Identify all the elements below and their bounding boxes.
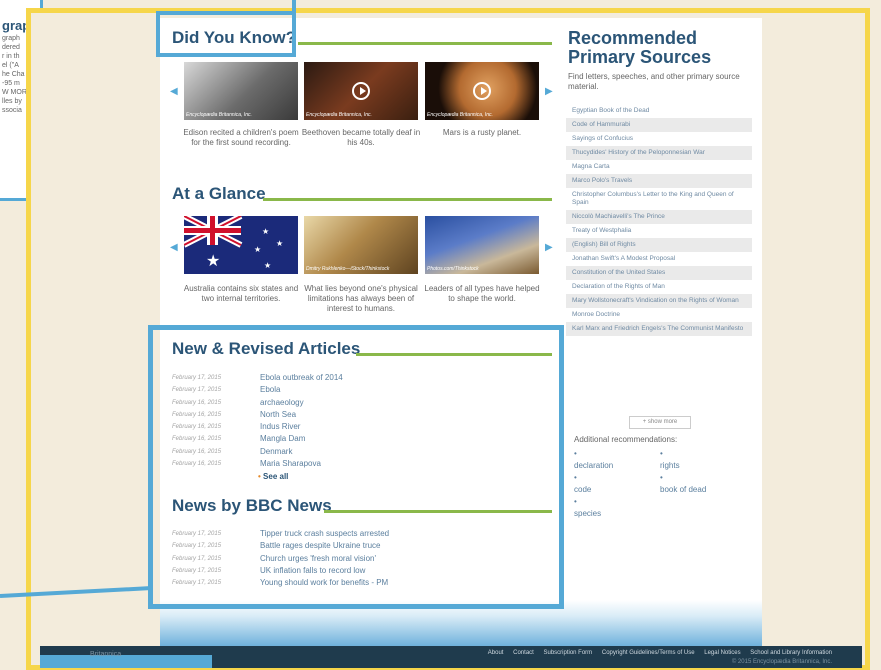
tag-list: • rights • book of dead (660, 448, 706, 496)
tag-link[interactable]: • book of dead (660, 472, 706, 496)
footer-links: About Contact Subscription Form Copyrigh… (480, 650, 832, 656)
carousel-next-icon[interactable]: ▶ (545, 242, 553, 253)
source-link[interactable]: Mary Wollstonecraft's Vindication on the… (566, 294, 752, 308)
source-link[interactable]: Treaty of Westphalia (566, 224, 752, 238)
news-highlight (148, 325, 564, 609)
tag-link[interactable]: • code (574, 472, 613, 496)
footer-link-subscription[interactable]: Subscription Form (544, 650, 593, 656)
carousel-prev-icon[interactable]: ◀ (170, 242, 178, 253)
image-credit: Encyclopædia Britannica, Inc. (427, 112, 493, 118)
svg-text:★: ★ (262, 227, 269, 236)
footer-tab (40, 655, 212, 668)
svg-text:★: ★ (254, 245, 261, 254)
footer-link-about[interactable]: About (488, 650, 504, 656)
svg-text:★: ★ (206, 251, 220, 270)
svg-text:★: ★ (264, 261, 271, 270)
source-link[interactable]: Constitution of the United States (566, 266, 752, 280)
source-link[interactable]: Niccolò Machiavelli's The Prince (566, 210, 752, 224)
recommended-title: Recommended Primary Sources (568, 28, 712, 67)
play-icon (473, 82, 491, 100)
source-link[interactable]: Jonathan Swift's A Modest Proposal (566, 252, 752, 266)
tile-australia-flag[interactable]: ★ ★ ★ ★ ★ (184, 216, 298, 274)
tag-link[interactable]: • declaration (574, 448, 613, 472)
additional-recommendations-label: Additional recommendations: (574, 435, 678, 444)
section-rule (298, 42, 552, 45)
tile-leader-image[interactable]: Photos.com/Thinkstock (425, 216, 539, 274)
footer-link-contact[interactable]: Contact (513, 650, 534, 656)
footer-link-school[interactable]: School and Library Information (750, 650, 832, 656)
at-a-glance-title: At a Glance (172, 184, 266, 203)
tile-caption[interactable]: What lies beyond one's physical limitati… (300, 284, 422, 314)
show-more-button[interactable]: + show more (629, 416, 691, 429)
play-icon (352, 82, 370, 100)
tile-caption[interactable]: Beethoven became totally deaf in his 40s… (300, 128, 422, 148)
carousel-next-icon[interactable]: ▶ (545, 86, 553, 97)
tile-caption[interactable]: Mars is a rusty planet. (421, 128, 543, 138)
tag-link[interactable]: • species (574, 496, 613, 520)
carousel-prev-icon[interactable]: ◀ (170, 86, 178, 97)
source-link[interactable]: (English) Bill of Rights (566, 238, 752, 252)
source-link[interactable]: Thucydides' History of the Peloponnesian… (566, 146, 752, 160)
footer-link-legal[interactable]: Legal Notices (704, 650, 740, 656)
tile-edison-image[interactable]: Encyclopædia Britannica, Inc. (184, 62, 298, 120)
recommended-description: Find letters, speeches, and other primar… (568, 72, 740, 91)
australia-flag-icon: ★ ★ ★ ★ ★ (184, 216, 283, 270)
did-you-know-highlight (156, 11, 296, 57)
tile-mars-video[interactable]: Encyclopædia Britannica, Inc. (425, 62, 539, 120)
tag-list: • declaration • code • species (574, 448, 613, 520)
source-link[interactable]: Magna Carta (566, 160, 752, 174)
source-link[interactable]: Christopher Columbus's Letter to the Kin… (566, 188, 752, 210)
highlight-connector (292, 0, 296, 14)
source-link[interactable]: Sayings of Confucius (566, 132, 752, 146)
source-link[interactable]: Declaration of the Rights of Man (566, 280, 752, 294)
section-rule (263, 198, 552, 201)
footer: Britannica About Contact Subscription Fo… (40, 646, 862, 668)
tile-compass-image[interactable]: Dmitry Rukhlenko—iStock/Thinkstock (304, 216, 418, 274)
footer-link-copyright[interactable]: Copyright Guidelines/Terms of Use (602, 650, 695, 656)
source-link[interactable]: Marco Polo's Travels (566, 174, 752, 188)
source-link[interactable]: Egyptian Book of the Dead (566, 104, 752, 118)
tile-caption[interactable]: Edison recited a children's poem for the… (180, 128, 302, 148)
source-link[interactable]: Monroe Doctrine (566, 308, 752, 322)
source-link[interactable]: Karl Marx and Friedrich Engels's The Com… (566, 322, 752, 336)
tile-caption[interactable]: Australia contains six states and two in… (180, 284, 302, 304)
footer-logo[interactable]: Britannica (90, 651, 121, 658)
svg-text:★: ★ (276, 239, 283, 248)
tag-link[interactable]: • rights (660, 448, 706, 472)
footer-copyright: © 2015 Encyclopædia Britannica, Inc. (731, 659, 832, 665)
tile-beethoven-video[interactable]: Encyclopædia Britannica, Inc. (304, 62, 418, 120)
image-credit: Dmitry Rukhlenko—iStock/Thinkstock (306, 266, 390, 272)
image-credit: Encyclopædia Britannica, Inc. (186, 112, 252, 118)
recommended-list: Egyptian Book of the Dead Code of Hammur… (566, 104, 752, 336)
tile-caption[interactable]: Leaders of all types have helped to shap… (421, 284, 543, 304)
source-link[interactable]: Code of Hammurabi (566, 118, 752, 132)
image-credit: Photos.com/Thinkstock (427, 266, 479, 272)
image-credit: Encyclopædia Britannica, Inc. (306, 112, 372, 118)
